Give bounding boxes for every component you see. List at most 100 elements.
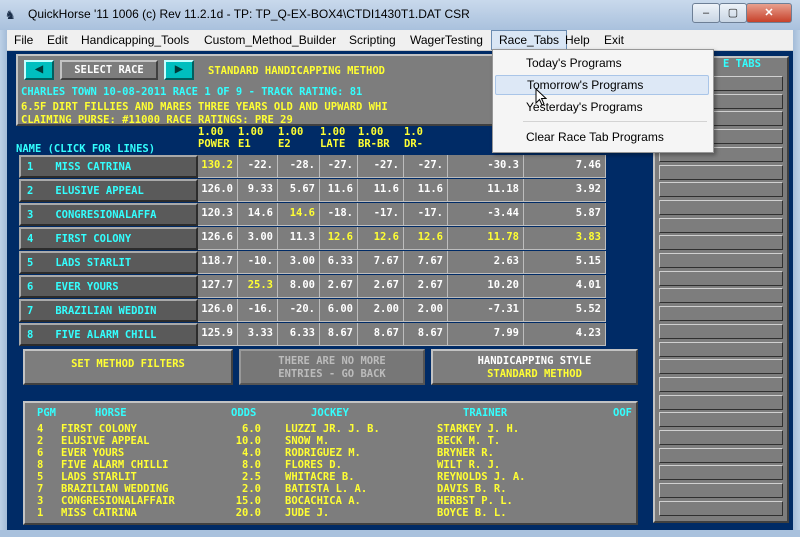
- menu-exit[interactable]: Exit: [597, 30, 631, 50]
- menu-handicapping-tools[interactable]: Handicapping_Tools: [74, 30, 196, 50]
- horse-name: FIRST COLONY: [55, 233, 132, 245]
- menu-edit[interactable]: Edit: [40, 30, 75, 50]
- grid-cell: 11.6: [404, 179, 448, 202]
- menu-yesterdays-programs[interactable]: Yesterday's Programs: [495, 97, 709, 117]
- grid-cell: -28.: [278, 155, 320, 178]
- race-tab-button[interactable]: [659, 270, 783, 286]
- maximize-button[interactable]: ▢: [719, 3, 747, 23]
- race-tab-button[interactable]: [659, 447, 783, 463]
- grid-cell: -30.3: [448, 155, 524, 178]
- race-tab-button[interactable]: [659, 500, 783, 516]
- arrow-right-icon: ▶: [174, 61, 184, 77]
- entry-trainer: STARKEY J. H.: [437, 423, 520, 435]
- horse-name-button[interactable]: 3 CONGRESIONALAFFA: [19, 203, 198, 226]
- horse-name-button[interactable]: 6 EVER YOURS: [19, 275, 198, 298]
- grid-cell: -27.: [358, 155, 404, 178]
- grid-cell: 6.33: [278, 323, 320, 346]
- no-more-entries-button[interactable]: THERE ARE NO MORE ENTRIES - GO BACK: [239, 349, 425, 385]
- column-weight: 1.00: [278, 126, 304, 138]
- race-tab-button[interactable]: [659, 394, 783, 410]
- method-label: STANDARD HANDICAPPING METHOD: [208, 65, 386, 77]
- horse-name-button[interactable]: 1 MISS CATRINA: [19, 155, 198, 178]
- horse-name-button[interactable]: 4 FIRST COLONY: [19, 227, 198, 250]
- grid-cell: 2.67: [320, 275, 358, 298]
- program-number: 4: [27, 233, 34, 245]
- race-tab-button[interactable]: [659, 359, 783, 375]
- menu-file[interactable]: File: [7, 30, 40, 50]
- grid-cell: 4.01: [524, 275, 606, 298]
- program-number: 3: [27, 209, 34, 221]
- handicapping-style-button[interactable]: HANDICAPPING STYLE STANDARD METHOD: [431, 349, 638, 385]
- race-tab-button[interactable]: [659, 341, 783, 357]
- program-number: 1: [27, 161, 34, 173]
- entry-jockey: FLORES D.: [285, 459, 342, 471]
- grid-cell: 8.67: [358, 323, 404, 346]
- grid-cell: -17.: [404, 203, 448, 226]
- grid-cell: 2.00: [358, 299, 404, 322]
- horse-name-button[interactable]: 5 LADS STARLIT: [19, 251, 198, 274]
- grid-cell: 11.18: [448, 179, 524, 202]
- set-method-filters-button[interactable]: SET METHOD FILTERS: [23, 349, 233, 385]
- menu-scripting[interactable]: Scripting: [342, 30, 403, 50]
- program-number: 8: [27, 329, 34, 341]
- race-tab-button[interactable]: [659, 253, 783, 268]
- horse-name: EVER YOURS: [55, 281, 119, 293]
- grid-cell: 14.6: [278, 203, 320, 226]
- menu-help[interactable]: Help: [558, 30, 597, 50]
- race-tab-button[interactable]: [659, 306, 783, 322]
- entry-odds: 20.0: [235, 507, 261, 519]
- next-race-button[interactable]: ▶: [164, 60, 194, 80]
- race-tab-button[interactable]: [659, 199, 783, 215]
- column-weight: 1.00: [198, 126, 224, 138]
- race-tab-button[interactable]: [659, 217, 783, 233]
- race-tab-button[interactable]: [659, 465, 783, 481]
- race-tab-button[interactable]: [659, 483, 783, 499]
- grid-cell: 9.33: [238, 179, 278, 202]
- entries-header-odds: ODDS: [231, 407, 257, 419]
- handicapping-style-value: STANDARD METHOD: [487, 368, 582, 380]
- entry-trainer: HERBST P. L.: [437, 495, 513, 507]
- grid-cell: 10.20: [448, 275, 524, 298]
- grid-cell: 118.7: [198, 251, 238, 274]
- horse-name-button[interactable]: 7 BRAZILIAN WEDDIN: [19, 299, 198, 322]
- column-label: DR-: [404, 138, 423, 150]
- menu-race-tabs[interactable]: Race_Tabs: [491, 30, 568, 50]
- menu-tomorrows-programs[interactable]: Tomorrow's Programs: [495, 75, 709, 95]
- grid-cell: 14.6: [238, 203, 278, 226]
- entry-horse: MISS CATRINA: [61, 507, 137, 519]
- grid-cell: 6.33: [320, 251, 358, 274]
- no-more-entries-line2: ENTRIES - GO BACK: [278, 368, 386, 380]
- race-tab-button[interactable]: [659, 235, 783, 251]
- prev-race-button[interactable]: ◀: [24, 60, 54, 80]
- menu-clear-race-tab-programs[interactable]: Clear Race Tab Programs: [495, 127, 709, 147]
- race-tab-button[interactable]: [659, 430, 783, 445]
- horse-icon: ♞: [6, 7, 15, 23]
- menu-todays-programs[interactable]: Today's Programs: [495, 53, 709, 73]
- race-tab-button[interactable]: [659, 164, 783, 180]
- horse-name-button[interactable]: 2 ELUSIVE APPEAL: [19, 179, 198, 202]
- race-tab-button[interactable]: [659, 182, 783, 198]
- race-tab-button[interactable]: [659, 323, 783, 339]
- title-bar[interactable]: ♞ QuickHorse '11 1006 (c) Rev 11.2.1d - …: [0, 0, 800, 30]
- horse-name: CONGRESIONALAFFA: [55, 209, 157, 221]
- select-race-button[interactable]: SELECT RACE: [60, 60, 158, 80]
- program-number: 6: [27, 281, 34, 293]
- race-tab-button[interactable]: [659, 376, 783, 392]
- grid-cell: 11.3: [278, 227, 320, 250]
- grid-cell: 3.83: [524, 227, 606, 250]
- menu-custom-method-builder[interactable]: Custom_Method_Builder: [197, 30, 343, 50]
- close-button[interactable]: ✕: [746, 3, 792, 23]
- menu-wager-testing[interactable]: WagerTesting: [403, 30, 490, 50]
- grid-cell: -18.: [320, 203, 358, 226]
- race-tab-button[interactable]: [659, 412, 783, 428]
- entry-pgm: 6: [37, 447, 44, 459]
- horse-name-button[interactable]: 8 FIVE ALARM CHILL: [19, 323, 198, 346]
- column-header: 1.00 E2: [278, 126, 320, 152]
- grid-cell: 5.67: [278, 179, 320, 202]
- grid-cell: 5.52: [524, 299, 606, 322]
- entries-header-horse: HORSE: [95, 407, 127, 419]
- minimize-button[interactable]: ‒: [692, 3, 720, 23]
- grid-cell: 7.99: [448, 323, 524, 346]
- grid-cell: 5.15: [524, 251, 606, 274]
- race-tab-button[interactable]: [659, 288, 783, 304]
